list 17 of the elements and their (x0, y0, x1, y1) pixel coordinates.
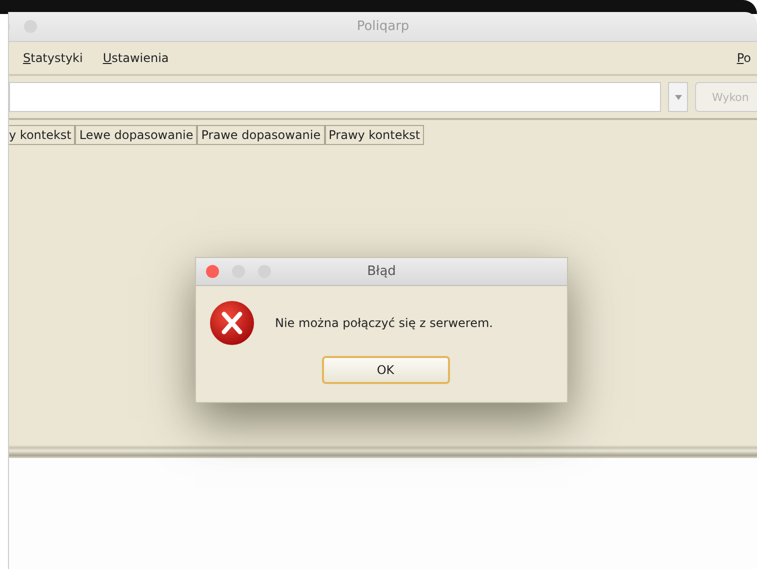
dropdown-button[interactable] (668, 82, 688, 112)
menu-item[interactable]: Po (736, 51, 751, 65)
window-title: Poliqarp (356, 19, 410, 34)
menu-item[interactable]: Ustawienia (102, 51, 169, 65)
column-header[interactable]: Prawe dopasowanie (197, 125, 325, 145)
splitter[interactable] (9, 445, 757, 458)
dialog-title: Błąd (367, 264, 396, 279)
ok-button[interactable]: OK (322, 356, 450, 384)
column-header[interactable]: Prawy kontekst (324, 125, 424, 145)
close-icon[interactable] (206, 265, 219, 278)
column-header[interactable]: y kontekst (9, 125, 76, 145)
column-header[interactable]: Lewe dopasowanie (75, 125, 198, 145)
menu-item[interactable]: Statystyki (23, 51, 83, 65)
query-field[interactable] (9, 82, 661, 112)
error-message: Nie można połączyć się z serwerem. (275, 316, 493, 330)
error-icon (209, 300, 255, 346)
caret-icon (674, 94, 682, 100)
